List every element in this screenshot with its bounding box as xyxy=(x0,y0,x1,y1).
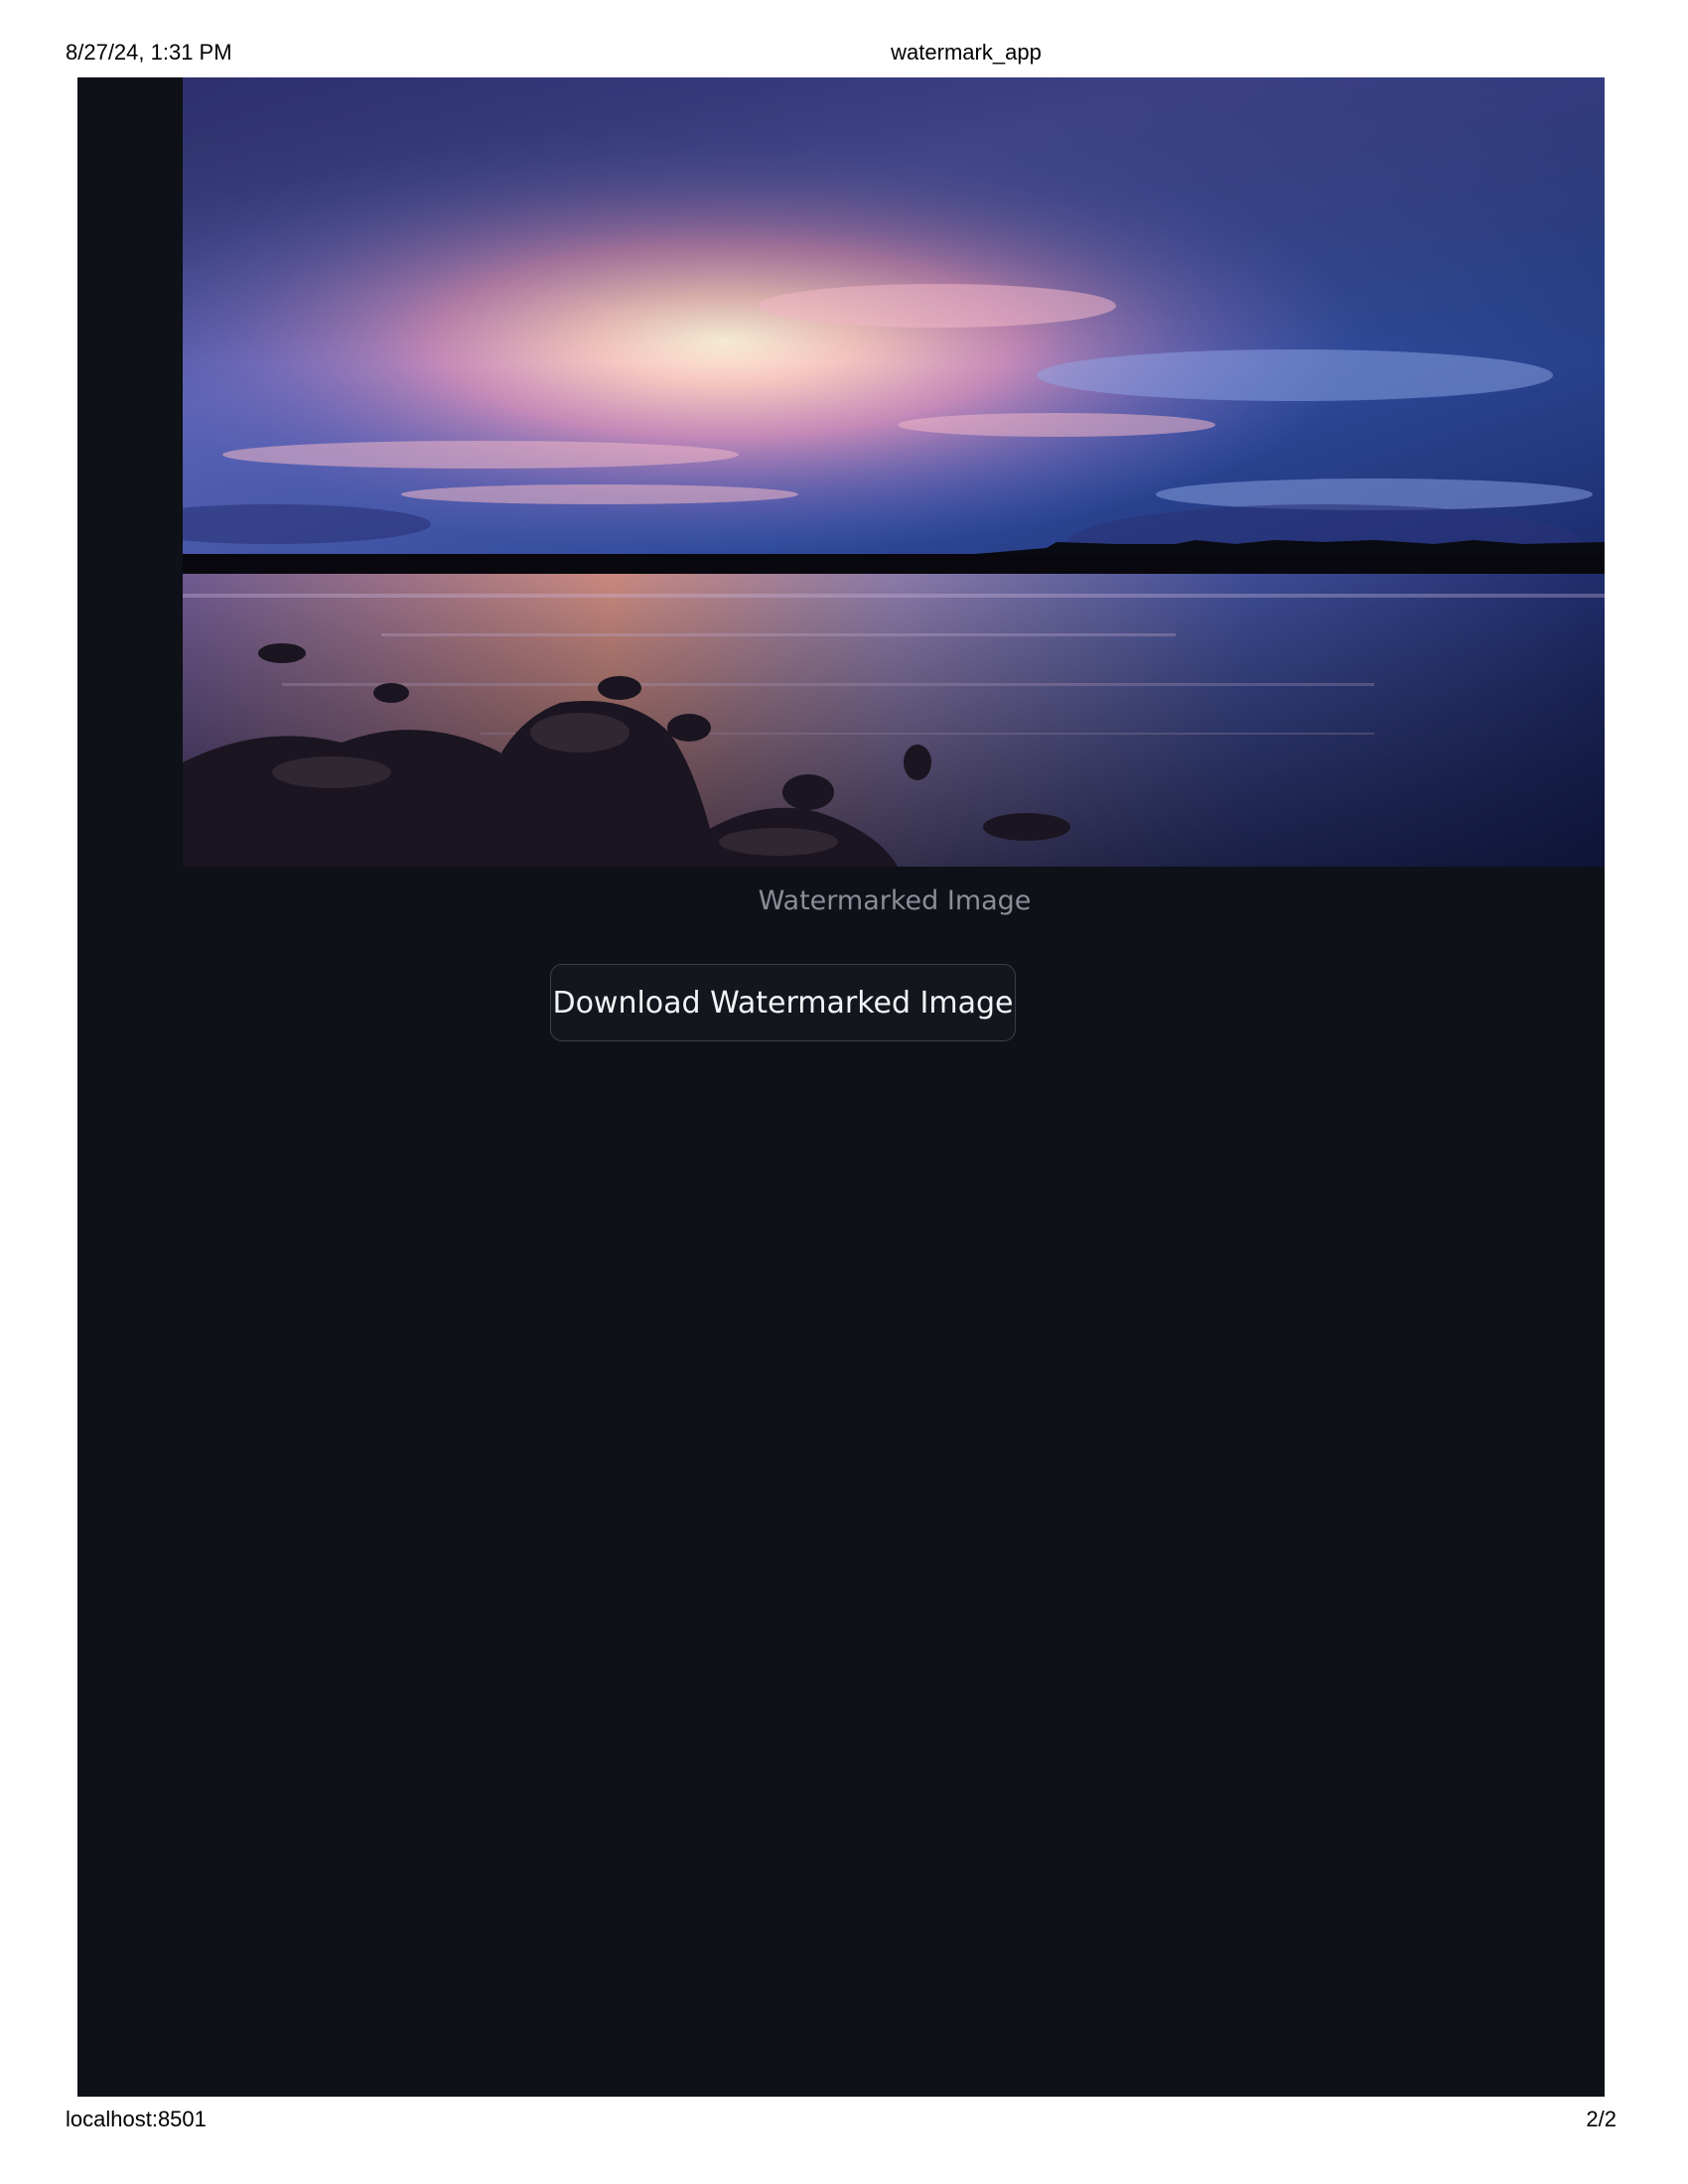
print-footer: localhost:8501 2/2 xyxy=(0,2107,1688,2136)
print-header: 8/27/24, 1:31 PM watermark_app xyxy=(0,40,1688,69)
print-page-title: watermark_app xyxy=(891,40,1042,65)
image-caption: Watermarked Image xyxy=(758,886,1032,916)
watermarked-image xyxy=(183,77,1605,867)
print-page-number: 2/2 xyxy=(1586,2107,1617,2131)
app-main-area: Watermarked Image Download Watermarked I… xyxy=(77,77,1605,2097)
download-watermarked-image-button[interactable]: Download Watermarked Image xyxy=(550,964,1016,1041)
sunset-lake-photo xyxy=(183,77,1605,867)
print-url: localhost:8501 xyxy=(66,2107,207,2131)
